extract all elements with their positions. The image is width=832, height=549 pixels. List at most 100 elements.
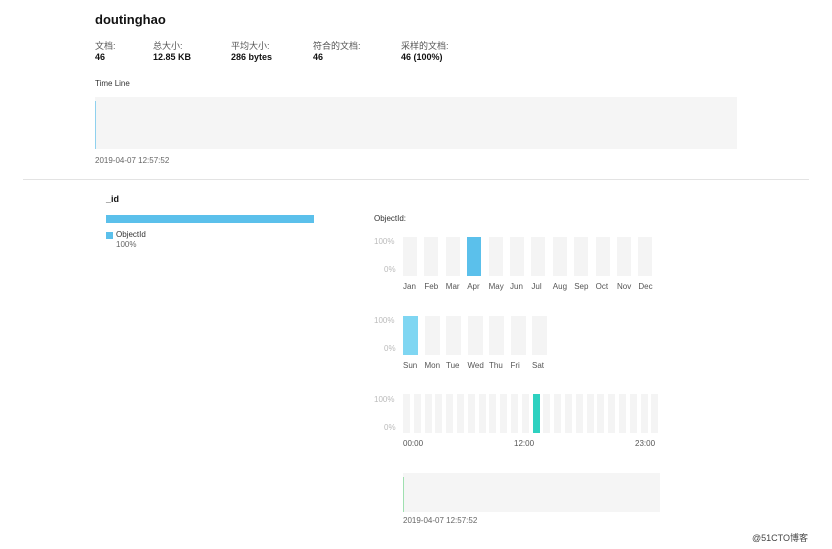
hour-column[interactable] [457, 394, 464, 433]
hour-column[interactable] [435, 394, 443, 433]
timeline-timestamp: 2019-04-07 12:57:52 [95, 156, 170, 165]
weekday-column[interactable] [532, 316, 547, 355]
hour-column[interactable] [532, 394, 540, 433]
stat-label: 总大小: [153, 41, 183, 51]
weekday-label: Tue [446, 361, 460, 370]
stat-sampled-docs: 采样的文档: 46 (100%) [401, 39, 449, 62]
hour-column[interactable] [554, 394, 562, 433]
stat-value: 286 bytes [231, 52, 273, 62]
month-bar [467, 237, 482, 276]
stat-value: 46 [95, 52, 106, 62]
hour-column[interactable] [586, 394, 594, 433]
month-label: Nov [617, 282, 632, 291]
objectid-panel-label: ObjectId: [374, 214, 407, 223]
stat-value: 46 (100%) [401, 52, 443, 62]
stat-label: 文档: [95, 41, 116, 51]
month-label: Jun [510, 282, 523, 291]
weekday-label: Mon [424, 361, 441, 370]
weekday-bar [403, 316, 418, 355]
section-divider [23, 179, 809, 180]
hour-column[interactable] [478, 394, 486, 433]
hour-column[interactable] [424, 394, 432, 433]
weekday-label: Wed [467, 361, 484, 370]
hour-column[interactable] [608, 394, 616, 433]
hour-axis-bottom: 0% [384, 423, 396, 432]
month-label: Mar [445, 282, 460, 291]
hour-label-end: 23:00 [635, 439, 656, 448]
weekday-axis-labels: Sun Mon Tue Wed Thu Fri Sat [403, 361, 547, 373]
hour-column[interactable] [575, 394, 583, 433]
month-label: Jul [531, 282, 542, 291]
timeline-marker [95, 101, 96, 149]
hour-bar [532, 394, 540, 433]
month-label: Apr [467, 282, 480, 291]
type-bar-track[interactable] [106, 215, 314, 223]
stat-matched-docs: 符合的文档: 46 [313, 39, 361, 62]
objectid-timeline-timestamp: 2019-04-07 12:57:52 [403, 516, 478, 525]
month-column[interactable] [424, 237, 439, 276]
weekday-column[interactable] [489, 316, 504, 355]
hour-column[interactable] [511, 394, 518, 433]
hour-column[interactable] [640, 394, 648, 433]
objectid-timeline-chart[interactable] [403, 473, 660, 512]
weekday-column[interactable] [467, 316, 483, 355]
hour-column[interactable] [629, 394, 637, 433]
hour-column[interactable] [446, 394, 454, 433]
objectid-timeline-marker [403, 477, 404, 512]
month-axis-bottom: 0% [384, 265, 396, 274]
weekday-axis-bottom: 0% [384, 344, 396, 353]
hour-column[interactable] [500, 394, 508, 433]
timeline-label: Time Line [95, 79, 130, 88]
stat-label: 符合的文档: [313, 41, 361, 51]
hour-label-mid: 12:00 [514, 439, 535, 448]
stat-total-size: 总大小: 12.85 KB [153, 39, 191, 62]
month-column[interactable] [488, 237, 503, 276]
hour-column[interactable] [413, 394, 421, 433]
hour-column[interactable] [597, 394, 605, 433]
month-column[interactable] [403, 237, 417, 276]
month-label: Dec [638, 282, 653, 291]
month-column[interactable] [552, 237, 567, 276]
month-column[interactable] [574, 237, 589, 276]
month-label: Feb [424, 282, 439, 291]
hour-column[interactable] [521, 394, 529, 433]
month-column[interactable] [595, 237, 610, 276]
objectid-legend-swatch [106, 232, 113, 239]
month-histogram [403, 237, 655, 276]
type-bar-fill [106, 215, 314, 223]
legend-type-label: ObjectId [116, 230, 146, 239]
stat-documents: 文档: 46 [95, 39, 116, 62]
weekday-label: Sun [403, 361, 418, 370]
weekday-column[interactable] [510, 316, 526, 355]
hour-label-start: 00:00 [403, 439, 424, 448]
weekday-label: Thu [489, 361, 503, 370]
timeline-chart[interactable] [95, 97, 737, 149]
hour-column[interactable] [467, 394, 475, 433]
month-label: May [488, 282, 504, 291]
weekday-column[interactable] [446, 316, 461, 355]
weekday-label: Fri [510, 361, 520, 370]
weekday-column[interactable] [424, 316, 440, 355]
month-column[interactable] [445, 237, 460, 276]
hour-axis-top: 100% [374, 395, 395, 404]
month-column[interactable] [531, 237, 546, 276]
month-column[interactable] [467, 237, 482, 276]
hour-column[interactable] [651, 394, 659, 433]
stat-value: 12.85 KB [153, 52, 192, 62]
field-name: _id [106, 194, 120, 204]
weekday-column[interactable] [403, 316, 418, 355]
month-label: Oct [595, 282, 609, 291]
hour-column[interactable] [403, 394, 410, 433]
hour-column[interactable] [543, 394, 551, 433]
month-column[interactable] [510, 237, 524, 276]
month-axis-top: 100% [374, 237, 395, 246]
month-column[interactable] [638, 237, 653, 276]
hour-column[interactable] [489, 394, 497, 433]
stat-avg-size: 平均大小: 286 bytes [231, 39, 272, 62]
month-column[interactable] [617, 237, 631, 276]
collection-title: doutinghao [95, 12, 166, 27]
stat-label: 平均大小: [231, 41, 270, 51]
hour-column[interactable] [619, 394, 626, 433]
month-label: Sep [574, 282, 589, 291]
hour-column[interactable] [565, 394, 572, 433]
